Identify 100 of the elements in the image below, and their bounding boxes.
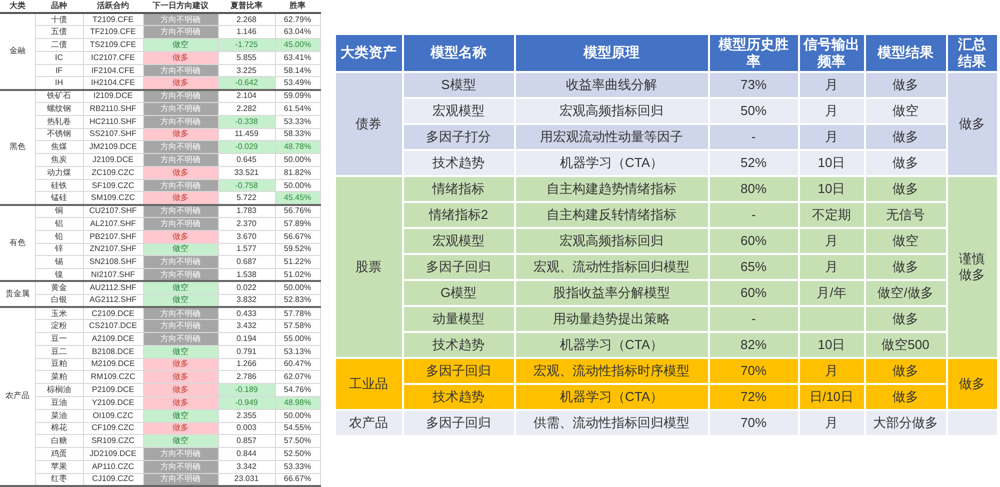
table-cell: 收益率曲线分解 [514,72,708,98]
table-cell: 0.791 [218,345,275,358]
direction-cell: 做多 [143,76,218,90]
table-cell: 63.41% [275,51,320,64]
direction-cell: 方向不明确 [143,179,218,192]
table-cell: AP110.CZC [83,460,143,474]
table-cell: 情绪指标2 [402,202,514,228]
direction-cell: 做空 [143,243,218,256]
header-cell: 模型历史胜率 [708,34,798,72]
table-cell: 1.783 [218,204,275,218]
table-cell: 月 [798,254,864,280]
table-cell: 52.50% [275,448,320,460]
table-cell: 热轧卷 [35,115,83,128]
table-cell: M2109.DCE [83,358,143,371]
table-cell: 多因子打分 [402,124,514,150]
table-cell: 做多 [864,384,946,410]
table-cell: Y2109.DCE [83,396,143,410]
table-cell: ZN2107.SHF [83,243,143,256]
table-cell: 0.844 [218,448,275,460]
table-cell: 日/10日 [798,384,864,410]
table-cell: 锡 [35,256,83,269]
direction-cell: 做多 [143,128,218,141]
table-cell: 57.78% [275,306,320,320]
table-cell: 54.55% [275,422,320,435]
table-cell: C2109.DCE [83,306,143,320]
header-cell: 大类 [0,0,35,13]
table-cell: 焦煤 [35,140,83,154]
table-cell: 56.67% [275,230,320,244]
direction-cell: 做空 [143,294,218,307]
table-cell: 2.355 [218,409,275,422]
direction-cell: 方向不明确 [143,154,218,166]
table-cell: 60% [708,228,798,254]
table-cell: 51.22% [275,256,320,269]
table-cell: 做多 [864,150,946,176]
table-cell: 0.687 [218,256,275,269]
direction-cell: 做多 [143,422,218,435]
table-cell: 月 [798,98,864,124]
direction-cell: 做多 [143,396,218,410]
table-cell: 技术趋势 [402,150,514,176]
table-cell: 硅铁 [35,179,83,192]
table-cell: 机器学习（CTA） [514,150,708,176]
table-cell: 铝 [35,218,83,230]
group-cell: 农产品 [334,410,402,436]
table-cell: 自主构建趋势情绪指标 [514,176,708,202]
table-cell: 10日 [798,332,864,358]
table-cell: 45.45% [275,192,320,205]
table-cell: 3.342 [218,460,275,474]
table-cell: 宏观、流动性指标时序模型 [514,358,708,384]
table-cell: 月 [798,410,864,436]
table-cell: 鸡蛋 [35,448,83,460]
table-cell: 73% [708,72,798,98]
table-cell: A2109.DCE [83,332,143,346]
table-cell: 机器学习（CTA） [514,332,708,358]
direction-cell: 方向不明确 [143,460,218,474]
table-cell: - [708,306,798,332]
table-cell: 做多 [864,306,946,332]
table-cell: 56.76% [275,204,320,218]
table-cell: 月 [798,228,864,254]
direction-cell: 方向不明确 [143,115,218,128]
table-cell: 棉花 [35,422,83,435]
table-cell: 豆二 [35,345,83,358]
header-cell: 模型结果 [864,34,946,72]
table-cell: ZC109.CZC [83,166,143,180]
table-cell: 不锈钢 [35,128,83,141]
table-cell: 70% [708,358,798,384]
table-cell: 豆一 [35,332,83,346]
summary-cell: 做多 [946,358,998,410]
direction-cell: 做多 [143,384,218,396]
table-cell: 61.54% [275,102,320,116]
direction-cell: 做空 [143,38,218,52]
table-cell: 淀粉 [35,320,83,333]
table-cell: 10日 [798,150,864,176]
table-cell: SR109.CZC [83,434,143,448]
table-cell: J2109.DCE [83,154,143,166]
table-cell: 技术趋势 [402,384,514,410]
table-cell: 57.89% [275,218,320,230]
table-cell: 70% [708,410,798,436]
table-cell: -1.725 [218,38,275,52]
direction-cell: 方向不明确 [143,26,218,39]
table-cell: T2109.CFE [83,13,143,26]
direction-cell: 做空 [143,409,218,422]
direction-cell: 做空 [143,281,218,294]
table-cell: S模型 [402,72,514,98]
table-cell: 0.022 [218,281,275,294]
table-cell: 53.33% [275,115,320,128]
table-cell: G模型 [402,280,514,306]
table-cell: 做空500 [864,332,946,358]
table-cell: 十债 [35,13,83,26]
direction-cell: 方向不明确 [143,320,218,333]
table-cell: 宏观高频指标回归 [514,98,708,124]
table-cell: 33.521 [218,166,275,180]
direction-cell: 方向不明确 [143,64,218,77]
table-cell: -0.949 [218,396,275,410]
table-cell: OI109.CZC [83,409,143,422]
table-cell: IF [35,64,83,77]
table-cell: CU2107.SHF [83,204,143,218]
header-cell: 汇总结果 [946,34,998,72]
table-cell: 59.09% [275,90,320,102]
table-cell: 多因子回归 [402,410,514,436]
table-cell: 50.00% [275,154,320,166]
